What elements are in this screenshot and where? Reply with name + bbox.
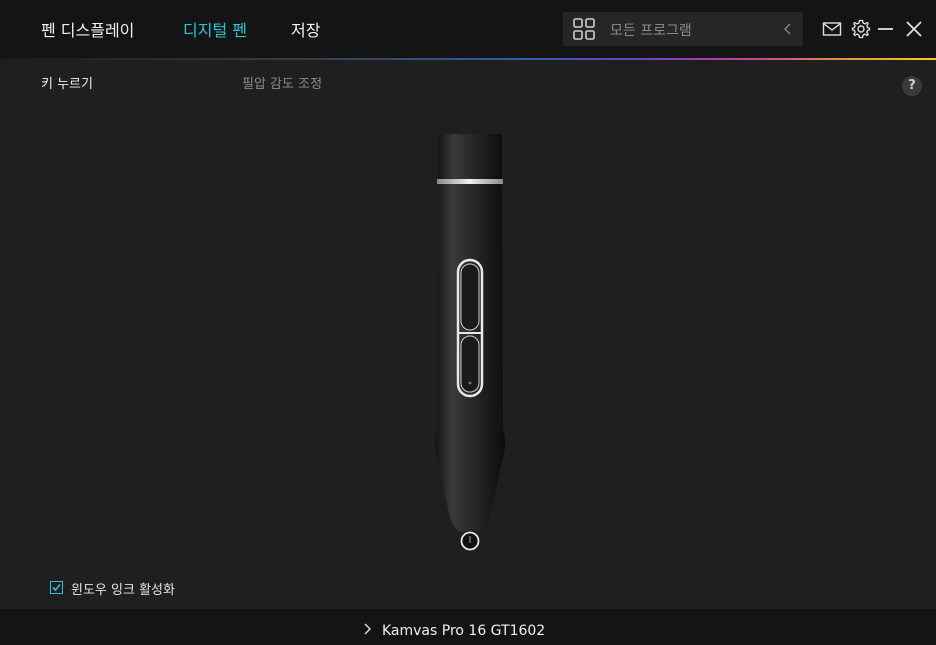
windows-ink-checkbox[interactable] xyxy=(50,581,63,594)
minimize-icon[interactable] xyxy=(876,19,896,39)
device-name: Kamvas Pro 16 GT1602 xyxy=(382,623,546,639)
checkmark-icon xyxy=(52,583,61,592)
subtab-pressure-sensitivity[interactable]: 필압 감도 조정 xyxy=(242,73,322,92)
help-icon[interactable]: ? xyxy=(902,76,922,96)
tab-pen-display[interactable]: 펜 디스플레이 xyxy=(41,17,134,41)
chevron-left-icon[interactable] xyxy=(783,22,793,36)
device-bar: Kamvas Pro 16 GT1602 xyxy=(0,609,936,645)
close-icon[interactable] xyxy=(904,19,924,39)
tab-digital-pen[interactable]: 디지털 펜 xyxy=(183,17,247,41)
chevron-right-icon xyxy=(364,623,371,635)
program-selector-label: 모든 프로그램 xyxy=(610,23,692,39)
gear-icon[interactable] xyxy=(851,19,871,39)
device-selector[interactable]: Kamvas Pro 16 GT1602 xyxy=(362,620,546,639)
program-selector[interactable]: 모든 프로그램 xyxy=(563,12,803,46)
digital-pen-illustration xyxy=(434,134,506,551)
top-bar: 펜 디스플레이 디지털 펜 저장 모든 프로그램 xyxy=(0,0,936,58)
tab-storage[interactable]: 저장 xyxy=(291,17,320,41)
grid-icon xyxy=(573,18,595,40)
mail-icon[interactable] xyxy=(822,19,842,39)
subtab-key-press[interactable]: 키 누르기 xyxy=(41,73,93,92)
windows-ink-label: 윈도우 잉크 활성화 xyxy=(71,583,175,598)
accent-divider xyxy=(0,58,936,60)
